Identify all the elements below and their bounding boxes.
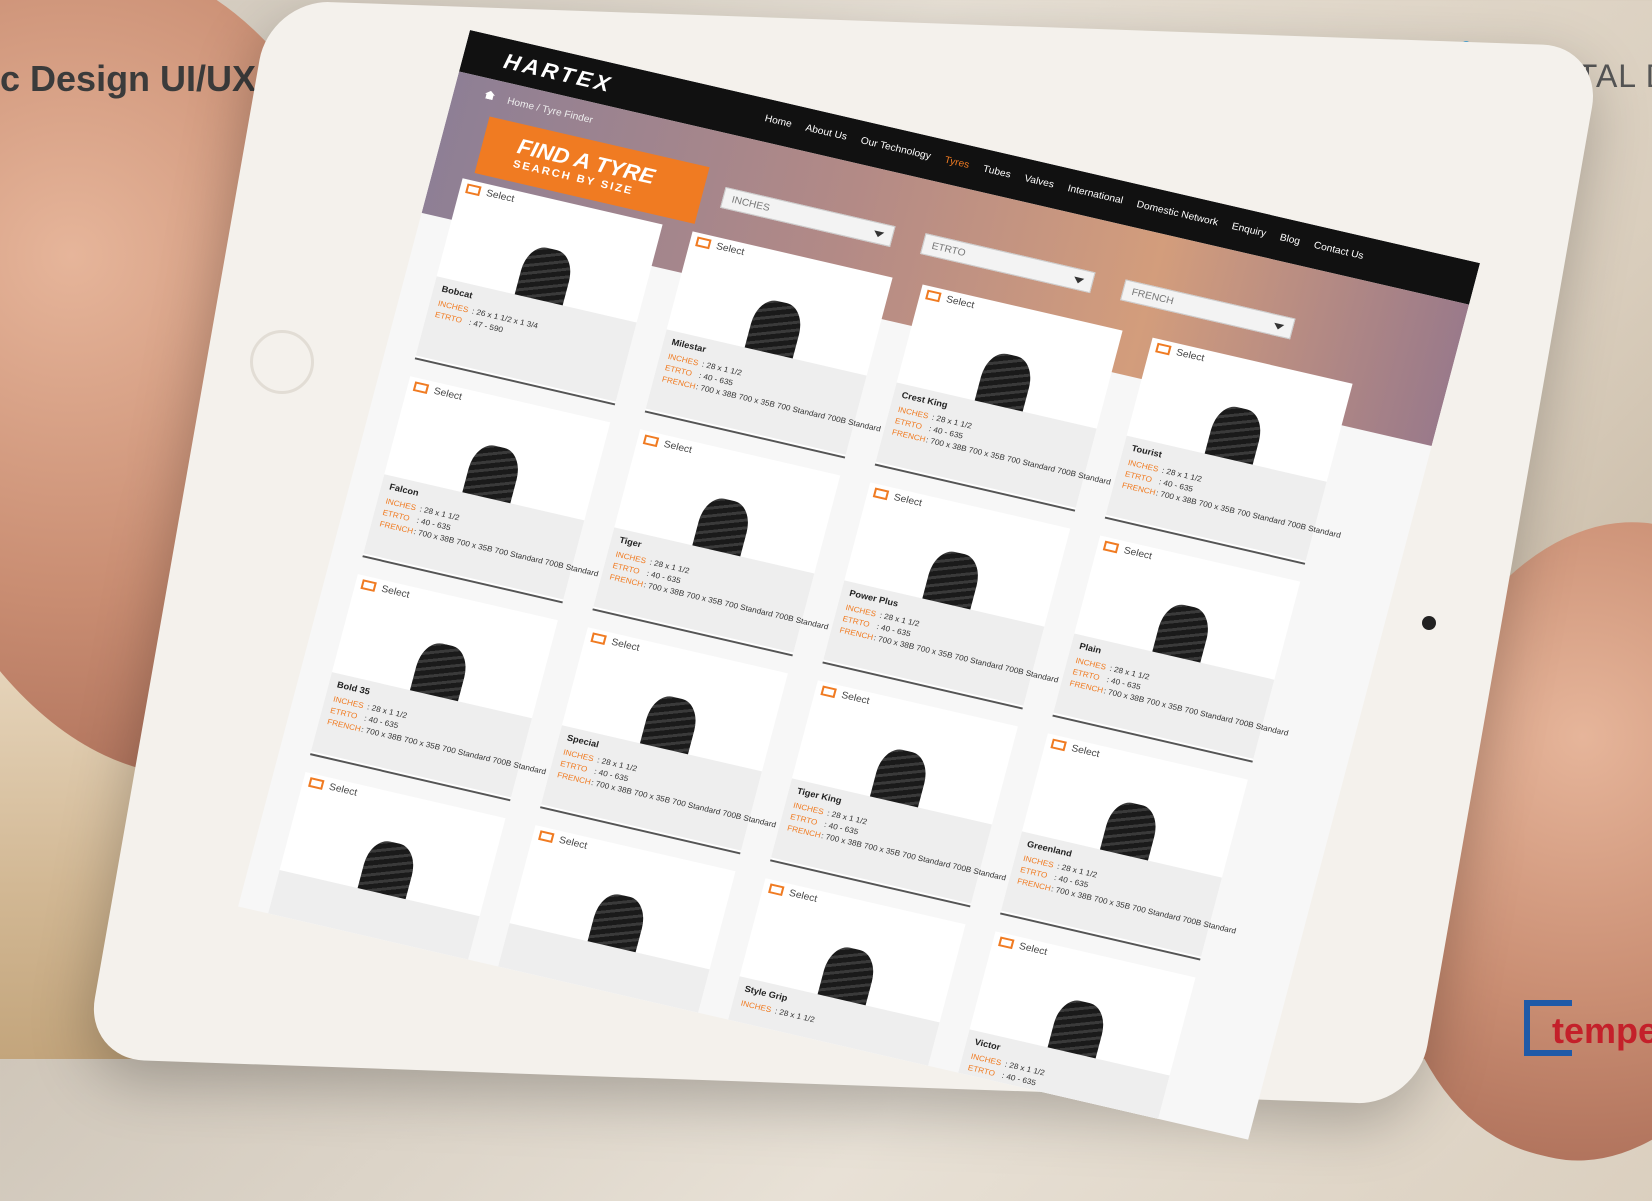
tyre-card[interactable]: Select Power Plus INCHES: 28 x 1 1/2 ETRTO:… — [822, 482, 1071, 710]
checkbox-icon — [1050, 738, 1067, 752]
tyre-card[interactable]: Select Plain INCHES: 28 x 1 1/2 ETRTO: 40 -… — [1052, 535, 1301, 763]
checkbox-icon — [412, 381, 430, 395]
tyre-name: Falcon — [388, 481, 420, 498]
tyre-card[interactable]: Select Greenland INCHES: 28 x 1 1/2 ETRTO: … — [1000, 733, 1248, 961]
nav-item-valves[interactable]: Valves — [1023, 173, 1055, 190]
spec-french: FRENCH: 700 x 38B 700 x 35B 700 Standard… — [839, 626, 1060, 685]
chevron-down-icon — [872, 230, 885, 239]
inches-filter-placeholder: INCHES — [730, 194, 771, 214]
nav-item-domestic-network[interactable]: Domestic Network — [1135, 199, 1219, 228]
spec-french-value: : 700 x 38B 700 x 35B 700 Standard 700B … — [412, 527, 600, 579]
spec-french-value: : 700 x 38B 700 x 35B 700 Standard 700B … — [872, 633, 1060, 685]
checkbox-icon — [590, 632, 607, 646]
tyre-card[interactable]: Select Special INCHES: 28 x 1 1/2 ETRTO: 40… — [540, 627, 788, 855]
spec-french-value: : 700 x 38B 700 x 35B 700 Standard 700B … — [694, 382, 882, 434]
nav-item-our-technology[interactable]: Our Technology — [859, 136, 932, 162]
tyre-card[interactable]: Select Tiger King INCHES: 28 x 1 1/2 ETRTO:… — [770, 680, 1018, 908]
checkbox-icon — [465, 183, 482, 197]
spec-french-value: : 700 x 38B 700 x 35B 700 Standard 700B … — [1102, 686, 1290, 738]
nav-item-enquiry[interactable]: Enquiry — [1231, 221, 1268, 239]
checkbox-icon — [537, 830, 555, 844]
select-label: Select — [714, 241, 746, 258]
select-label: Select — [1122, 545, 1154, 563]
etrto-filter-placeholder: ETRTO — [930, 240, 967, 260]
tyre-card[interactable]: Select Victor INCHES: 28 x 1 1/2 ETRTO: 40 … — [947, 931, 1196, 1140]
spec-french-value: : 700 x 38B 700 x 35B 700 Standard 700B … — [642, 580, 830, 632]
tyre-name: Victor — [973, 1036, 1002, 1053]
chevron-down-icon — [1072, 276, 1085, 285]
corner-logo: tempe — [1524, 1000, 1652, 1059]
nav-item-contact-us[interactable]: Contact Us — [1312, 240, 1364, 262]
nav-item-international[interactable]: International — [1066, 183, 1124, 206]
home-icon[interactable] — [484, 90, 496, 101]
select-label: Select — [944, 294, 976, 312]
select-label: Select — [1070, 743, 1101, 760]
spec-french: FRENCH: 700 x 38B 700 x 35B 700 Standard… — [326, 717, 547, 776]
tyre-card[interactable]: Select Tiger INCHES: 28 x 1 1/2 ETRTO: 40 -… — [592, 429, 841, 657]
spec-french: FRENCH: 700 x 38B 700 x 35B 700 Standard… — [1069, 679, 1290, 738]
checkbox-icon — [925, 289, 942, 303]
spec-inches-label: INCHES — [739, 998, 773, 1015]
checkbox-icon — [1102, 540, 1120, 554]
spec-french-value: : 700 x 38B 700 x 35B 700 Standard 700B … — [924, 435, 1112, 487]
spec-french: FRENCH: 700 x 38B 700 x 35B 700 Standard… — [1016, 877, 1237, 936]
tyre-card[interactable]: Select Bold 35 INCHES: 28 x 1 1/2 ETRTO: 40… — [310, 574, 558, 802]
spec-french-value: : 700 x 38B 700 x 35B 700 Standard 700B … — [590, 778, 778, 830]
spec-french-value: : 700 x 38B 700 x 35B 700 Standard 700B … — [360, 725, 548, 777]
spec-french: FRENCH: 700 x 38B 700 x 35B 700 Standard… — [891, 428, 1112, 487]
select-label: Select — [432, 385, 464, 403]
select-label: Select — [840, 690, 871, 707]
spec-french: FRENCH: 700 x 38B 700 x 35B 700 Standard… — [556, 770, 777, 829]
spec-french: FRENCH: 700 x 38B 700 x 35B 700 Standard… — [1121, 481, 1342, 540]
corner-logo-text: tempe — [1552, 1010, 1652, 1051]
checkbox-icon — [307, 777, 325, 791]
tyre-name: Tourist — [1130, 443, 1164, 460]
spec-french-value: : 700 x 38B 700 x 35B 700 Standard 700B … — [820, 831, 1008, 883]
spec-french: FRENCH: 700 x 38B 700 x 35B 700 Standard… — [609, 573, 830, 632]
tablet-camera-icon — [1422, 616, 1436, 630]
spec-french-value: : 700 x 38B 700 x 35B 700 Standard 700B … — [1154, 488, 1342, 540]
select-label: Select — [557, 834, 589, 852]
checkbox-icon — [360, 579, 377, 593]
select-label: Select — [1017, 941, 1049, 958]
spec-french-value: : 700 x 38B 700 x 35B 700 Standard 700B … — [1050, 884, 1238, 936]
checkbox-icon — [695, 236, 712, 250]
select-label: Select — [662, 439, 694, 456]
checkbox-icon — [872, 487, 890, 501]
checkbox-icon — [1155, 343, 1172, 356]
spec-french: FRENCH: 700 x 38B 700 x 35B 700 Standard… — [786, 824, 1007, 883]
select-label: Select — [327, 781, 359, 799]
checkbox-icon — [767, 883, 785, 897]
select-label: Select — [484, 188, 516, 205]
select-label: Select — [610, 636, 641, 654]
nav-item-tyres[interactable]: Tyres — [943, 155, 970, 171]
nav-item-tubes[interactable]: Tubes — [982, 164, 1012, 181]
tyre-name: Bold 35 — [335, 679, 371, 697]
select-label: Select — [787, 887, 819, 905]
select-label: Select — [380, 583, 411, 601]
nav-item-home[interactable]: Home — [764, 113, 793, 130]
spec-french: FRENCH: 700 x 38B 700 x 35B 700 Standard… — [379, 519, 600, 578]
tyre-name: Tiger — [618, 534, 643, 550]
select-label: Select — [1174, 347, 1206, 365]
spec-inches-value: : 28 x 1 1/2 — [773, 1006, 816, 1025]
french-filter-placeholder: FRENCH — [1130, 287, 1175, 308]
checkbox-icon — [820, 685, 837, 699]
checkbox-icon — [997, 936, 1015, 950]
tablet-home-button[interactable] — [250, 330, 314, 394]
checkbox-icon — [642, 434, 660, 448]
select-label: Select — [892, 492, 924, 509]
tyre-card[interactable]: Select Falcon INCHES: 28 x 1 1/2 ETRTO: 40 … — [362, 376, 611, 604]
chevron-down-icon — [1272, 322, 1285, 331]
tyre-name: Special — [565, 732, 600, 750]
tyre-name: Plain — [1078, 641, 1103, 656]
nav-item-blog[interactable]: Blog — [1278, 232, 1301, 247]
spec-french: FRENCH: 700 x 38B 700 x 35B 700 Standard… — [661, 375, 882, 434]
tyre-name: Milestar — [670, 336, 708, 355]
slide-title: c Design UI/UX — [0, 58, 257, 99]
nav-item-about-us[interactable]: About Us — [804, 123, 848, 143]
tyre-name: Bobcat — [440, 283, 474, 301]
spec-inches: INCHES: 28 x 1 1/2 — [740, 999, 816, 1024]
